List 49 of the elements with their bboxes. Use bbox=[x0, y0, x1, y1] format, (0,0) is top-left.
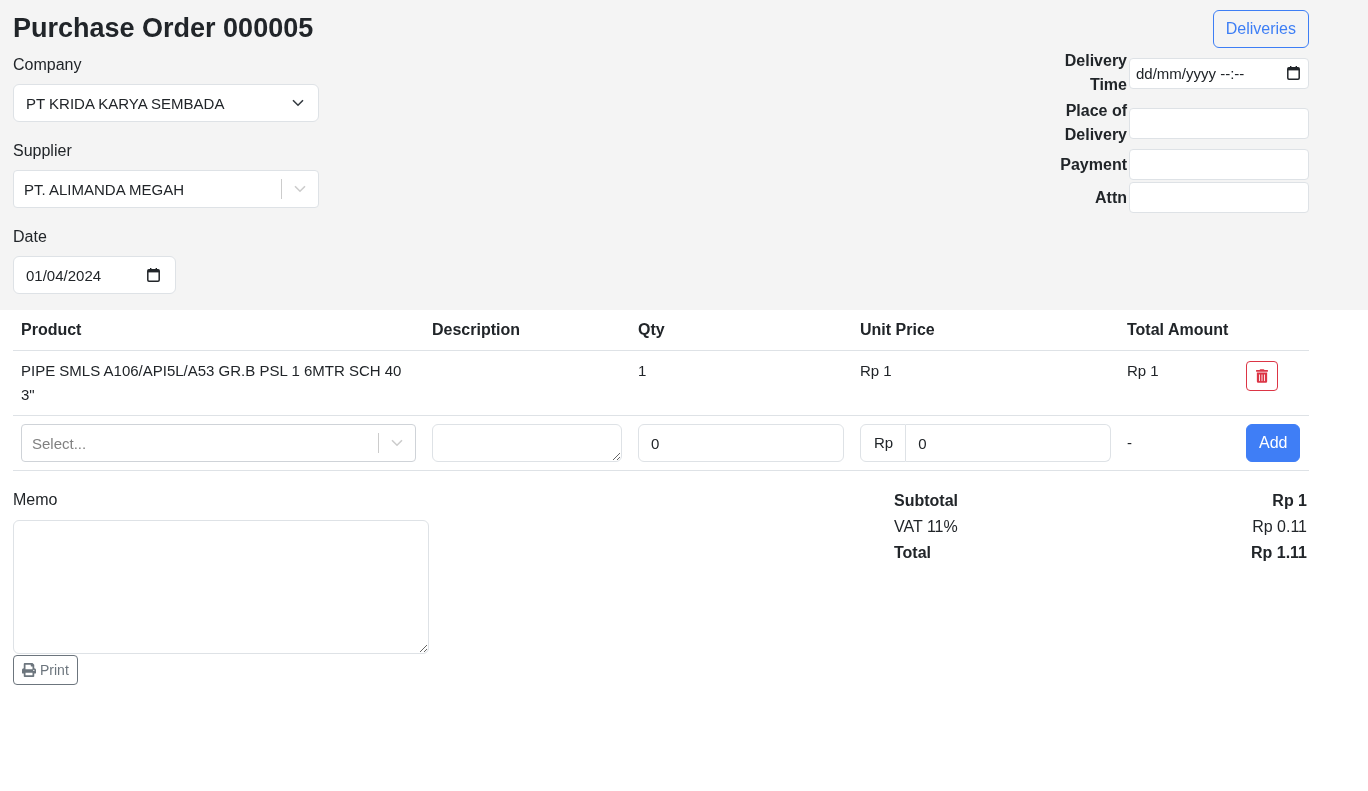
total-value: Rp 1 bbox=[1272, 491, 1307, 511]
date-field[interactable]: 01/04/2024 bbox=[13, 256, 176, 294]
calendar-icon bbox=[147, 268, 160, 282]
memo-field[interactable] bbox=[13, 520, 429, 654]
total-value: Rp 0.11 bbox=[1252, 517, 1307, 537]
price-field[interactable]: 0 bbox=[906, 424, 1111, 462]
calendar-icon bbox=[1287, 65, 1300, 80]
field-label: Memo bbox=[13, 490, 58, 510]
table-cell: Rp 1 bbox=[860, 362, 892, 379]
total-value: Rp 1.11 bbox=[1250, 543, 1307, 563]
qty-field[interactable]: 0 bbox=[638, 424, 844, 462]
table-cell: PIPE SMLS A106/API5L/A53 GR.B PSL 1 6MTR SCH 40 3" bbox=[21, 362, 402, 403]
printer-icon bbox=[22, 663, 36, 677]
column-header: Qty bbox=[630, 310, 852, 351]
trash-icon bbox=[1256, 369, 1268, 383]
product-dropdown[interactable]: Select... bbox=[21, 424, 416, 462]
text-field[interactable] bbox=[1129, 107, 1309, 139]
field-label: Payment bbox=[1059, 154, 1127, 175]
column-header: Product bbox=[13, 310, 424, 351]
field-label: Place of Delivery bbox=[1063, 101, 1127, 145]
page-title: Purchase Order 000005 bbox=[13, 12, 314, 45]
dropdown-field[interactable]: PT KRIDA KARYA SEMBADA bbox=[13, 84, 319, 122]
description-field[interactable] bbox=[432, 424, 622, 462]
table-cell: 1 bbox=[638, 362, 647, 379]
deliveries-button[interactable]: Deliveries bbox=[1212, 10, 1309, 48]
field-label: Supplier bbox=[13, 141, 73, 161]
column-header: Unit Price bbox=[852, 310, 1119, 351]
column-header: Total Amount bbox=[1119, 310, 1238, 351]
total-label: Total bbox=[894, 543, 932, 563]
datetime-field[interactable]: dd/mm/yyyy --:-- bbox=[1129, 57, 1309, 89]
column-header: Description bbox=[424, 310, 630, 351]
text-field[interactable] bbox=[1129, 182, 1309, 213]
table-cell: Rp 1 bbox=[1127, 362, 1159, 379]
field-label: Delivery Time bbox=[1063, 51, 1127, 95]
text-field[interactable] bbox=[1129, 149, 1309, 180]
chevron-down-icon bbox=[391, 439, 403, 447]
total-label: VAT 11% bbox=[894, 517, 958, 537]
add-button[interactable]: Add bbox=[1246, 424, 1301, 462]
table-cell: - bbox=[1127, 434, 1132, 451]
dropdown-field[interactable]: PT. ALIMANDA MEGAH bbox=[13, 170, 319, 208]
chevron-down-icon bbox=[292, 99, 304, 107]
delete-button[interactable] bbox=[1246, 361, 1278, 391]
chevron-down-icon bbox=[294, 185, 306, 193]
field-label: Attn bbox=[1094, 187, 1127, 208]
field-label: Company bbox=[13, 55, 83, 75]
total-label: Subtotal bbox=[894, 491, 958, 511]
currency-addon: Rp bbox=[860, 424, 907, 462]
field-label: Date bbox=[13, 227, 48, 247]
print-button[interactable]: Print bbox=[13, 655, 78, 685]
